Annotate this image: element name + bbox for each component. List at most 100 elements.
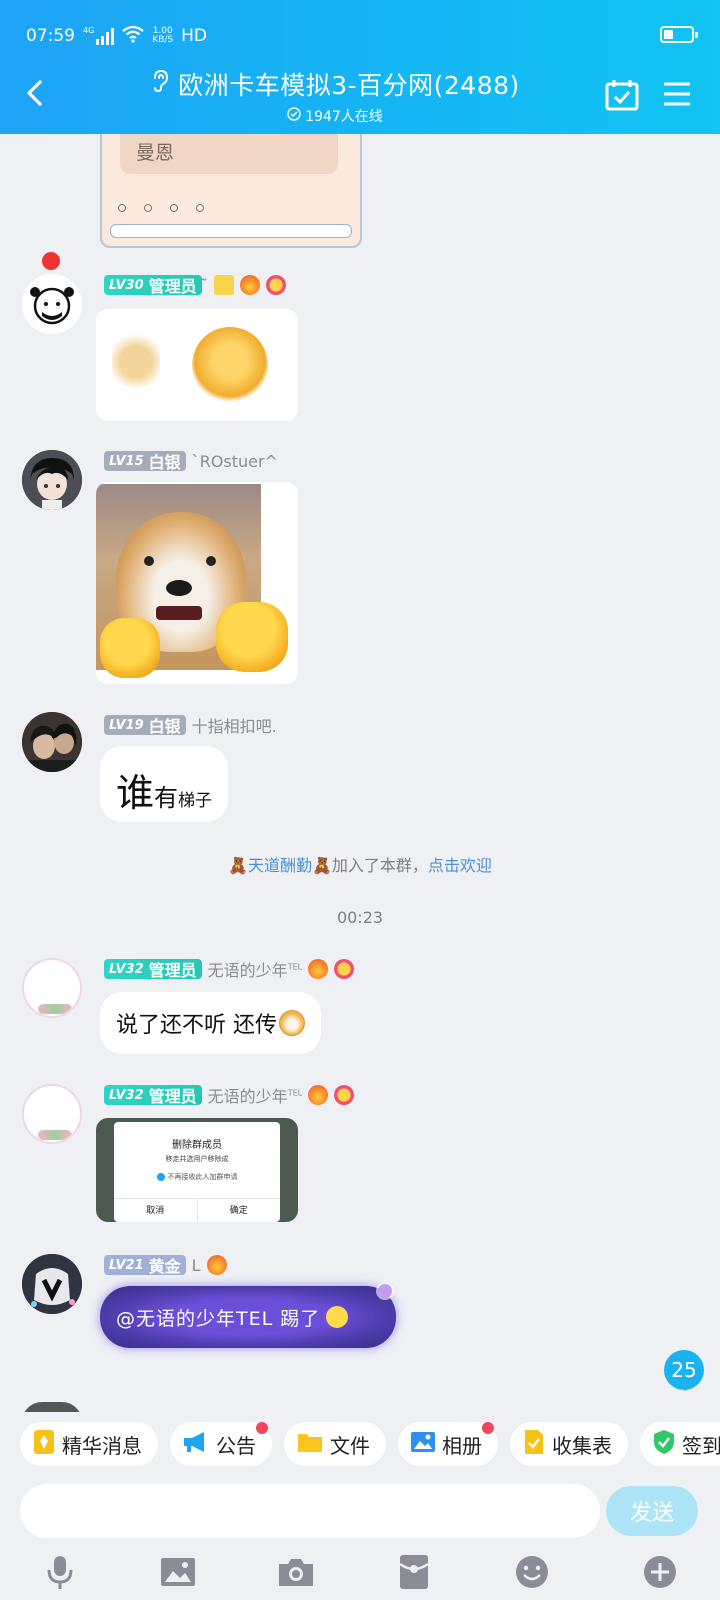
- sender-name[interactable]: L: [192, 1256, 201, 1275]
- fist-icon: [100, 618, 160, 678]
- status-bar: 07:59 4G 1.00 KB/S HD: [26, 22, 698, 50]
- level-badge: LV15 白银: [104, 451, 186, 472]
- title-bar: 07:59 4G 1.00KB/S HD 欧洲卡车模拟3-百分网(2488): [0, 0, 720, 134]
- image-icon[interactable]: [158, 1552, 198, 1592]
- fire-icon: [239, 275, 260, 295]
- quick-item-checkin[interactable]: 签到: [640, 1422, 720, 1466]
- quick-item-album[interactable]: 相册: [398, 1422, 498, 1466]
- ear-icon[interactable]: [150, 69, 170, 99]
- smile-badge-icon: [334, 1085, 355, 1105]
- sender-name[interactable]: `ROstuer^: [192, 452, 278, 471]
- dog-emoji-icon: [279, 1010, 305, 1036]
- quick-item-label: 相册: [442, 1433, 482, 1458]
- doge-sticker-image[interactable]: [96, 482, 298, 684]
- join-text: 加入了本群，: [331, 856, 428, 875]
- unread-count-badge[interactable]: 25: [664, 1350, 704, 1391]
- avatar[interactable]: [22, 958, 82, 1018]
- fire-icon: [308, 959, 329, 979]
- folder-icon: [296, 1430, 324, 1459]
- announcement-icon: [182, 1430, 210, 1459]
- online-count: 1947人在线: [305, 109, 383, 125]
- message-bubble[interactable]: @无语的少年TEL 踢了: [100, 1286, 396, 1348]
- checkin-icon: [652, 1429, 676, 1460]
- screenshot-image[interactable]: 删除群成员 移走并选用户移除成 不再接收此人加群申请 取消 确定: [96, 1118, 298, 1222]
- online-check-icon: [287, 107, 301, 125]
- message-bubble[interactable]: 说了还不听 还传: [100, 992, 321, 1054]
- plus-icon[interactable]: [640, 1552, 680, 1592]
- sender-name[interactable]: 无语的少年TEL: [208, 1083, 302, 1107]
- quick-item-label: 文件: [330, 1433, 370, 1458]
- sender-name[interactable]: 十指相扣吧.: [192, 713, 277, 737]
- checkbox-icon: [156, 1173, 165, 1181]
- message-bubble[interactable]: 谁 有 梯子: [100, 746, 229, 822]
- smiley-icon: [326, 1306, 349, 1328]
- send-button[interactable]: 发送: [606, 1486, 698, 1536]
- avatar[interactable]: [22, 450, 82, 510]
- quick-item-label: 签到: [682, 1433, 720, 1458]
- level-badge: LV21 黄金: [104, 1255, 186, 1276]
- quick-item-label: 公告: [216, 1433, 256, 1458]
- mic-icon[interactable]: [40, 1552, 80, 1592]
- smiley-icon: [192, 327, 268, 403]
- level-badge: LV32 管理员: [104, 1085, 202, 1106]
- message-text: 谁: [116, 771, 155, 815]
- net-speed: 1.00 KB/S: [152, 26, 174, 45]
- dialog-body: 移走并选用户移除成: [165, 1155, 229, 1163]
- level-badge: LV19 白银: [104, 715, 186, 736]
- sticker-card-partial[interactable]: 曼恩: [100, 134, 362, 248]
- avatar[interactable]: [22, 1254, 82, 1314]
- dialog-cancel: 取消: [114, 1199, 198, 1222]
- next-message-partial: [22, 1402, 82, 1412]
- dialog-ok: 确定: [229, 1206, 248, 1216]
- welcome-link[interactable]: 点击欢迎: [428, 856, 492, 875]
- wifi-icon: [122, 25, 144, 48]
- thumbs-up-icon: [112, 331, 160, 387]
- message-text: 说了还不听 还传: [116, 1013, 277, 1038]
- fist-icon: [216, 602, 288, 672]
- album-icon: [410, 1430, 436, 1459]
- dialog-title: 删除群成员: [172, 1140, 222, 1151]
- page-title: 欧洲卡车模拟3-百分网(2488): [178, 71, 520, 100]
- form-icon: [522, 1429, 546, 1460]
- input-row: 发送: [0, 1476, 720, 1546]
- new-dot: [256, 1422, 268, 1434]
- status-time: 07:59: [26, 26, 75, 46]
- sender-name[interactable]: 无语的少年TEL: [208, 957, 302, 981]
- message-input[interactable]: [20, 1484, 600, 1538]
- message-text: @无语的少年TEL 踢了: [116, 1307, 321, 1330]
- red-packet-icon[interactable]: [394, 1552, 434, 1592]
- signal-icon: 4G: [83, 27, 115, 45]
- avatar[interactable]: [22, 712, 82, 772]
- quick-item-files[interactable]: 文件: [284, 1422, 386, 1466]
- flower-frame-icon: [38, 1004, 72, 1014]
- level-badge: LV32 管理员: [104, 959, 202, 980]
- essence-icon: [32, 1429, 56, 1460]
- sticker-image[interactable]: [96, 309, 298, 421]
- message-list[interactable]: 曼恩 LV30管理员 ̃̃ LV15白银: [0, 134, 720, 1412]
- camera-icon[interactable]: [276, 1552, 316, 1592]
- fire-icon: [308, 1085, 329, 1105]
- bear-icon: 🧸: [228, 856, 248, 875]
- planet-decoration-icon: [378, 1284, 392, 1298]
- emoji-icon[interactable]: [512, 1552, 552, 1592]
- chat-title-area[interactable]: 欧洲卡车模拟3-百分网(2488) 1947人在线: [100, 66, 570, 126]
- avatar[interactable]: [22, 1084, 82, 1144]
- sticker-card-text: 曼恩: [136, 142, 175, 164]
- input-actions: [0, 1546, 720, 1600]
- quick-item-label: 收集表: [552, 1433, 612, 1458]
- quick-item-label: 精华消息: [62, 1433, 142, 1458]
- joined-user-name[interactable]: 天道酬勤: [248, 856, 312, 875]
- battery-icon: [660, 26, 698, 43]
- menu-icon[interactable]: [662, 80, 692, 108]
- quick-item-essence[interactable]: 精华消息: [20, 1422, 158, 1466]
- avatar[interactable]: [22, 274, 82, 334]
- smile-badge-icon: [265, 275, 286, 295]
- quick-item-form[interactable]: 收集表: [510, 1422, 628, 1466]
- quick-item-announcement[interactable]: 公告: [170, 1422, 272, 1466]
- calendar-icon[interactable]: [604, 78, 640, 112]
- timestamp: 00:23: [336, 908, 384, 927]
- bear-icon: 🧸: [311, 856, 332, 875]
- group-quick-bar: 精华消息 公告 文件 相册 收集表 签到: [0, 1412, 720, 1476]
- back-button[interactable]: [20, 76, 50, 110]
- system-join-notice: 🧸天道酬勤🧸加入了本群，点击欢迎: [0, 852, 720, 876]
